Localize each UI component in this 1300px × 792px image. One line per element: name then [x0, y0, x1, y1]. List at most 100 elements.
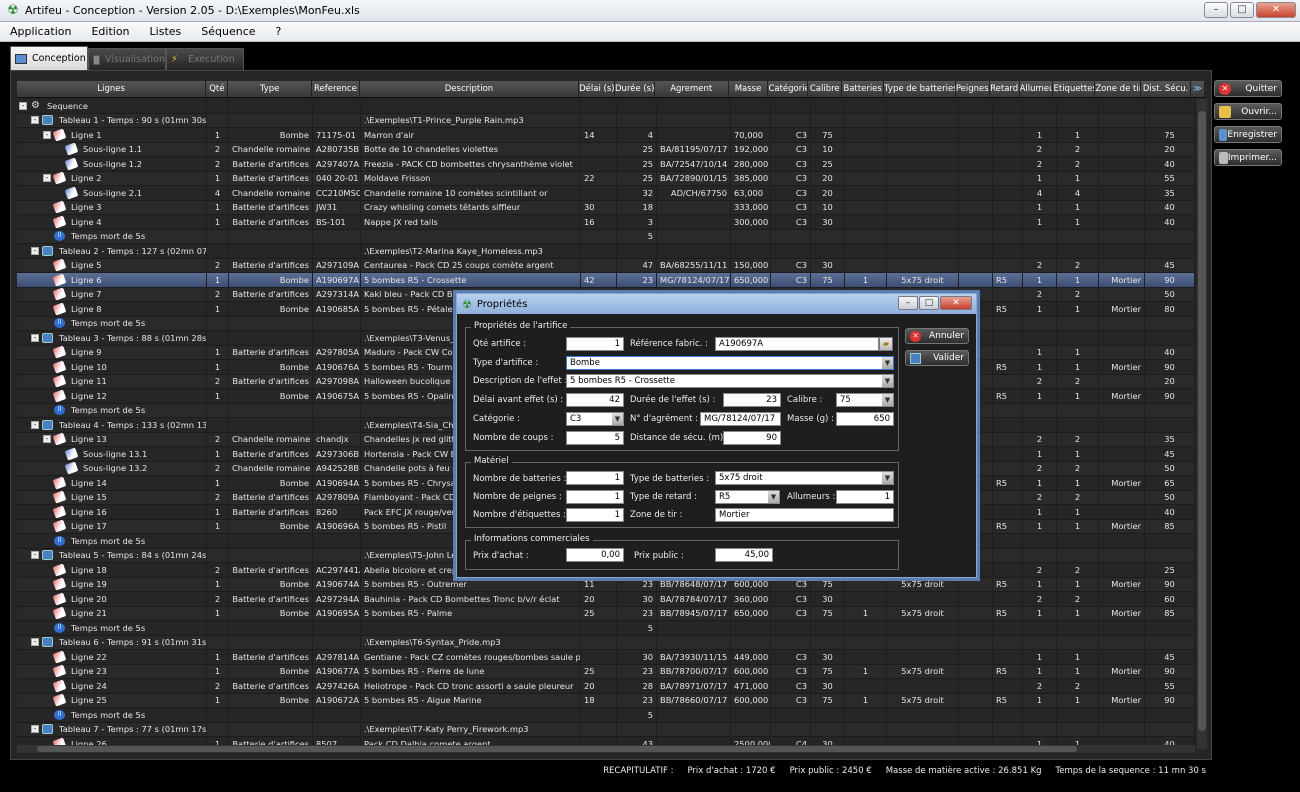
row-name-cell[interactable]: - Ligne 2 [17, 171, 207, 186]
column-header[interactable]: Zone de tir [1095, 81, 1142, 97]
row-name-cell[interactable]: Ligne 4 [17, 214, 207, 229]
table-row[interactable]: Ligne 6 1 Bombe A190697A 5 bombes R5 - Cross… [17, 272, 1195, 288]
row-name-cell[interactable]: - Tableau 2 - Temps : 127 s (02mn 07s) [17, 243, 207, 258]
chevron-down-icon[interactable]: ▼ [882, 472, 893, 484]
maximize-button[interactable]: □ [1230, 2, 1254, 18]
row-name-cell[interactable]: Ligne 21 [17, 606, 207, 621]
row-name-cell[interactable]: Ligne 20 [17, 591, 207, 606]
row-name-cell[interactable]: - Tableau 4 - Temps : 133 s (02mn 13s) [17, 417, 207, 432]
save-button[interactable]: Enregistrer [1214, 126, 1282, 143]
expand-columns-icon[interactable]: ≫ [1191, 81, 1205, 97]
row-name-cell[interactable]: Ligne 23 [17, 664, 207, 679]
row-name-cell[interactable]: ll Temps mort de 5s [17, 707, 207, 722]
menu-help[interactable]: ? [266, 25, 292, 38]
row-name-cell[interactable]: Ligne 17 [17, 519, 207, 534]
dialog-close-button[interactable]: ✕ [940, 296, 972, 310]
column-header[interactable]: Retard [990, 81, 1020, 97]
table-row[interactable]: - Tableau 7 - Temps : 77 s (01mn 17s) .\Ex… [17, 722, 1195, 737]
safety-distance-field[interactable]: 90 [723, 431, 781, 445]
column-header[interactable]: Reference [312, 81, 360, 97]
combs-field[interactable]: 1 [566, 490, 624, 504]
collapse-icon[interactable]: - [43, 435, 51, 444]
table-row[interactable]: ll Temps mort de 5s 5 [17, 620, 1195, 636]
column-header[interactable]: Dist. Sécu. [1141, 81, 1192, 97]
row-name-cell[interactable]: Sous-ligne 1.1 [17, 142, 207, 157]
chevron-down-icon[interactable]: ▼ [882, 394, 893, 406]
tab-visualisation[interactable]: Visualisation [88, 48, 166, 70]
close-button[interactable]: ✕ [1256, 2, 1296, 18]
column-header[interactable]: Batteries [842, 81, 885, 97]
row-name-cell[interactable]: ll Temps mort de 5s [17, 403, 207, 418]
table-row[interactable]: Sous-ligne 1.2 2 Batterie d'artifices A2974… [17, 156, 1195, 172]
tab-conception[interactable]: Conception [10, 46, 88, 70]
approval-field[interactable]: MG/78124/07/17 [700, 412, 781, 426]
row-name-cell[interactable]: Ligne 25 [17, 693, 207, 708]
purchase-price-field[interactable]: 0,00 [566, 548, 624, 562]
print-button[interactable]: Imprimer... [1214, 149, 1282, 166]
tab-execution[interactable]: ⚡ Execution [166, 48, 244, 70]
row-name-cell[interactable]: Ligne 7 [17, 287, 207, 302]
row-name-cell[interactable]: Sous-ligne 13.1 [17, 446, 207, 461]
battery-type-combo[interactable]: 5x75 droit ▼ [715, 471, 894, 485]
scroll-thumb[interactable] [1198, 111, 1206, 731]
collapse-icon[interactable]: - [31, 638, 39, 647]
row-name-cell[interactable]: - Tableau 5 - Temps : 84 s (01mn 24s) [17, 548, 207, 563]
row-name-cell[interactable]: Ligne 14 [17, 475, 207, 490]
row-name-cell[interactable]: Ligne 6 [17, 272, 207, 287]
row-name-cell[interactable]: - Tableau 6 - Temps : 91 s (01mn 31s) [17, 635, 207, 650]
igniters-field[interactable]: 1 [836, 490, 894, 504]
table-row[interactable]: Ligne 25 1 Bombe A190672A 5 bombes R5 - Aigu… [17, 693, 1195, 708]
table-row[interactable]: Ligne 3 1 Batterie d'artifices JW31 Crazy wh… [17, 200, 1195, 215]
collapse-icon[interactable]: - [31, 551, 39, 560]
duration-field[interactable]: 23 [723, 393, 781, 407]
table-row[interactable]: Ligne 19 1 Bombe A190674A 5 bombes R5 - Outr… [17, 577, 1195, 592]
row-name-cell[interactable]: Ligne 10 [17, 359, 207, 374]
row-name-cell[interactable]: - Tableau 1 - Temps : 90 s (01mn 30s) [17, 113, 207, 128]
column-header[interactable]: Masse [729, 81, 769, 97]
table-row[interactable]: Ligne 5 2 Batterie d'artifices A297109A Cent… [17, 258, 1195, 273]
column-header[interactable]: Etiquettes [1053, 81, 1096, 97]
type-combo[interactable]: Bombe ▼ [566, 356, 894, 370]
row-name-cell[interactable]: Ligne 15 [17, 490, 207, 505]
column-header[interactable]: Description [360, 81, 580, 97]
collapse-icon[interactable]: - [31, 116, 39, 125]
shots-field[interactable]: 5 [566, 431, 624, 445]
column-header[interactable]: Durée (s) [615, 81, 655, 97]
row-name-cell[interactable]: - Ligne 13 [17, 432, 207, 447]
collapse-icon[interactable]: - [31, 420, 39, 429]
open-button[interactable]: Ouvrir... [1214, 103, 1282, 120]
row-name-cell[interactable]: Sous-ligne 1.2 [17, 156, 207, 171]
delay-type-combo[interactable]: R5 ▼ [715, 490, 780, 504]
row-name-cell[interactable]: ll Temps mort de 5s [17, 533, 207, 548]
row-name-cell[interactable]: Sous-ligne 13.2 [17, 461, 207, 476]
column-header[interactable]: Type de batteries [884, 81, 956, 97]
table-row[interactable]: Ligne 23 1 Bombe A190677A 5 bombes R5 - Pier… [17, 664, 1195, 679]
labels-count-field[interactable]: 1 [566, 508, 624, 522]
horizontal-scrollbar[interactable] [17, 745, 1195, 753]
menu-edition[interactable]: Edition [81, 25, 139, 38]
row-name-cell[interactable]: - ⚙ Sequence [17, 99, 207, 113]
collapse-icon[interactable]: - [43, 130, 51, 139]
vertical-scrollbar[interactable] [1197, 99, 1207, 749]
column-header[interactable]: Allumeurs [1020, 81, 1054, 97]
dialog-minimize-button[interactable]: – [898, 296, 918, 310]
category-combo[interactable]: C3 ▼ [566, 412, 624, 426]
table-row[interactable]: ll Temps mort de 5s 5 [17, 229, 1195, 244]
table-row[interactable]: - ⚙ Sequence [17, 99, 1195, 114]
row-name-cell[interactable]: Ligne 24 [17, 678, 207, 693]
collapse-icon[interactable]: - [31, 725, 39, 734]
row-name-cell[interactable]: Sous-ligne 2.1 [17, 185, 207, 200]
table-row[interactable]: - Tableau 2 - Temps : 127 s (02mn 07s) .\E… [17, 243, 1195, 259]
table-row[interactable]: Ligne 24 2 Batterie d'artifices A297426A Hel… [17, 678, 1195, 694]
table-row[interactable]: - Tableau 6 - Temps : 91 s (01mn 31s) .\Ex… [17, 635, 1195, 650]
collapse-icon[interactable]: - [31, 246, 39, 255]
row-name-cell[interactable]: Ligne 8 [17, 301, 207, 316]
column-header[interactable]: Type [228, 81, 312, 97]
chevron-down-icon[interactable]: ▼ [882, 357, 893, 369]
validate-button[interactable]: Valider [905, 350, 969, 366]
table-row[interactable]: - Tableau 1 - Temps : 90 s (01mn 30s) .\Ex… [17, 113, 1195, 128]
row-name-cell[interactable]: Ligne 16 [17, 504, 207, 519]
column-header[interactable]: Catégorie [768, 81, 809, 97]
row-name-cell[interactable]: Ligne 11 [17, 374, 207, 389]
folder-icon[interactable]: ▰ [879, 337, 893, 351]
